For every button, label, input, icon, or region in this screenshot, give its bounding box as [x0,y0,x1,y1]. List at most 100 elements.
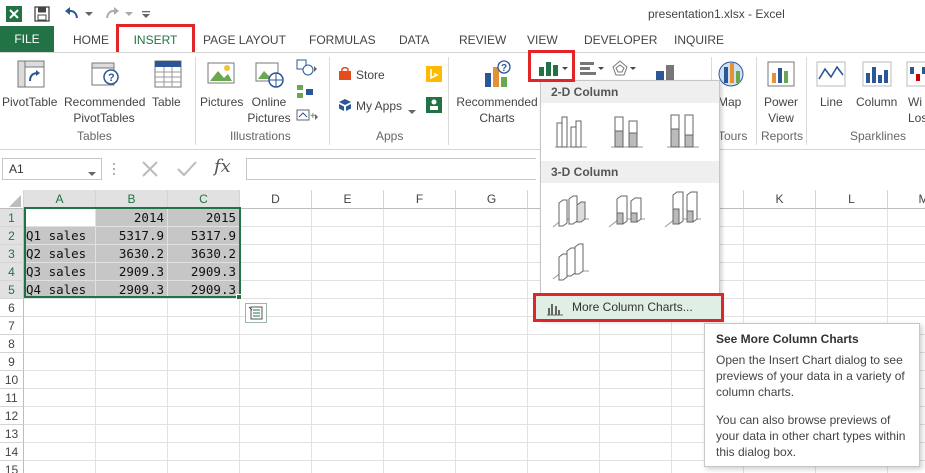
cell-b1[interactable]: 2014 [96,209,168,227]
cell-g7[interactable] [456,317,528,335]
cell-k4[interactable] [744,263,816,281]
undo-icon[interactable] [62,4,82,24]
cell-a3[interactable]: Q2 sales [24,245,96,263]
store-icon[interactable] [338,66,352,84]
cell-b13[interactable] [96,425,168,443]
cell-f12[interactable] [384,407,456,425]
sparkline-winloss-label-2[interactable]: Los [908,111,925,126]
cell-l4[interactable] [816,263,888,281]
row-header-15[interactable]: 15 [0,461,24,473]
cell-a12[interactable] [24,407,96,425]
cell-a2[interactable]: Q1 sales [24,227,96,245]
cell-d8[interactable] [240,335,312,353]
cell-a14[interactable] [24,443,96,461]
cell-k1[interactable] [744,209,816,227]
quick-analysis-button[interactable] [245,303,267,323]
cell-f11[interactable] [384,389,456,407]
cell-c9[interactable] [168,353,240,371]
radar-chart-icon[interactable] [610,59,638,80]
column-header-b[interactable]: B [96,190,168,209]
cell-f8[interactable] [384,335,456,353]
online-pictures-icon[interactable] [254,59,284,92]
sparkline-column-icon[interactable] [862,61,892,90]
cell-l5[interactable] [816,281,888,299]
cell-a11[interactable] [24,389,96,407]
cell-b7[interactable] [96,317,168,335]
column-header-d[interactable]: D [240,190,312,209]
cell-d15[interactable] [240,461,312,473]
sparkline-winloss-icon[interactable] [906,61,925,90]
cell-i15[interactable] [600,461,672,473]
cell-f3[interactable] [384,245,456,263]
cell-d13[interactable] [240,425,312,443]
smartart-icon[interactable] [296,83,320,104]
row-header-3[interactable]: 3 [0,245,24,263]
table-icon[interactable] [154,59,182,92]
cell-a15[interactable] [24,461,96,473]
row-header-6[interactable]: 6 [0,299,24,317]
tab-file[interactable]: FILE [0,26,54,52]
cell-a5[interactable]: Q4 sales [24,281,96,299]
sparkline-winloss-label-1[interactable]: Wi [908,95,922,110]
table-label[interactable]: Table [152,95,181,110]
cell-g2[interactable] [456,227,528,245]
stacked-column-option[interactable] [607,109,647,151]
cell-c15[interactable] [168,461,240,473]
power-view-label-2[interactable]: View [762,111,800,126]
cell-c4[interactable]: 2909.3 [168,263,240,281]
cell-c6[interactable] [168,299,240,317]
pictures-icon[interactable] [206,59,236,92]
cell-e6[interactable] [312,299,384,317]
row-header-10[interactable]: 10 [0,371,24,389]
map-icon[interactable] [716,59,746,92]
cell-g11[interactable] [456,389,528,407]
cell-i12[interactable] [600,407,672,425]
row-header-14[interactable]: 14 [0,443,24,461]
cell-e4[interactable] [312,263,384,281]
cell-f4[interactable] [384,263,456,281]
100-stacked-column-option[interactable] [663,109,703,151]
clustered-column-option[interactable] [551,109,591,151]
bing-icon[interactable] [426,66,442,85]
cell-d1[interactable] [240,209,312,227]
column-header-f[interactable]: F [384,190,456,209]
cell-h12[interactable] [528,407,600,425]
customize-qat-icon[interactable] [140,4,152,24]
cell-i10[interactable] [600,371,672,389]
cell-k5[interactable] [744,281,816,299]
cell-b3[interactable]: 3630.2 [96,245,168,263]
row-header-8[interactable]: 8 [0,335,24,353]
cell-k3[interactable] [744,245,816,263]
cell-i9[interactable] [600,353,672,371]
cell-c14[interactable] [168,443,240,461]
column-header-a[interactable]: A [24,190,96,209]
cell-l2[interactable] [816,227,888,245]
cell-e9[interactable] [312,353,384,371]
cell-h14[interactable] [528,443,600,461]
tab-developer[interactable]: DEVELOPER [584,31,657,51]
cell-d4[interactable] [240,263,312,281]
cell-g10[interactable] [456,371,528,389]
power-view-label-1[interactable]: Power [762,95,800,110]
sparkline-line-icon[interactable] [816,61,846,90]
cell-b15[interactable] [96,461,168,473]
cell-i11[interactable] [600,389,672,407]
sparkline-line-label[interactable]: Line [820,95,843,110]
cell-h15[interactable] [528,461,600,473]
cell-b9[interactable] [96,353,168,371]
cell-i13[interactable] [600,425,672,443]
cell-d14[interactable] [240,443,312,461]
enter-icon[interactable] [176,160,198,181]
redo-icon[interactable] [102,4,122,24]
recommended-charts-label-2[interactable]: Charts [456,111,538,126]
pivottable-icon[interactable] [16,59,46,92]
map-label[interactable]: Map [718,95,741,110]
cell-f7[interactable] [384,317,456,335]
cell-g13[interactable] [456,425,528,443]
cell-d9[interactable] [240,353,312,371]
cell-l6[interactable] [816,299,888,317]
people-graph-icon[interactable] [426,97,442,116]
cell-e14[interactable] [312,443,384,461]
cell-f10[interactable] [384,371,456,389]
cell-g5[interactable] [456,281,528,299]
